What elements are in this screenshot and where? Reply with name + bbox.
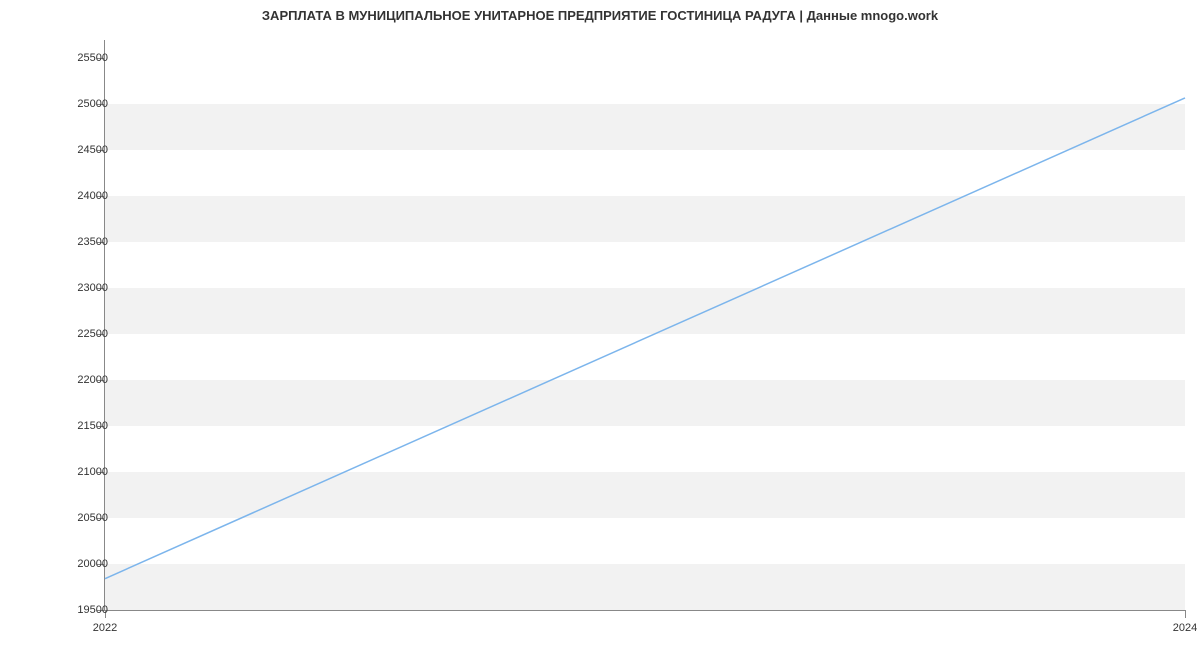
- x-tick-label: 2024: [1173, 622, 1197, 634]
- plot-area: 20222024: [105, 40, 1185, 610]
- chart-title: ЗАРПЛАТА В МУНИЦИПАЛЬНОЕ УНИТАРНОЕ ПРЕДП…: [0, 8, 1200, 23]
- y-tick-label: 21000: [28, 466, 108, 478]
- y-tick-label: 20000: [28, 558, 108, 570]
- y-tick-label: 22500: [28, 328, 108, 340]
- y-tick-label: 20500: [28, 512, 108, 524]
- y-tick-label: 24000: [28, 190, 108, 202]
- x-tick-label: 2022: [93, 622, 117, 634]
- x-tick: [1185, 610, 1186, 618]
- y-tick-label: 23000: [28, 282, 108, 294]
- data-line: [105, 98, 1185, 579]
- y-tick-label: 23500: [28, 236, 108, 248]
- y-tick-label: 22000: [28, 374, 108, 386]
- chart-container: ЗАРПЛАТА В МУНИЦИПАЛЬНОЕ УНИТАРНОЕ ПРЕДП…: [0, 0, 1200, 650]
- x-axis-line: [105, 610, 1185, 611]
- y-tick-label: 25000: [28, 98, 108, 110]
- y-tick-label: 21500: [28, 420, 108, 432]
- line-layer: [105, 40, 1185, 610]
- y-tick-label: 24500: [28, 144, 108, 156]
- y-tick-label: 19500: [28, 604, 108, 616]
- y-tick-label: 25500: [28, 52, 108, 64]
